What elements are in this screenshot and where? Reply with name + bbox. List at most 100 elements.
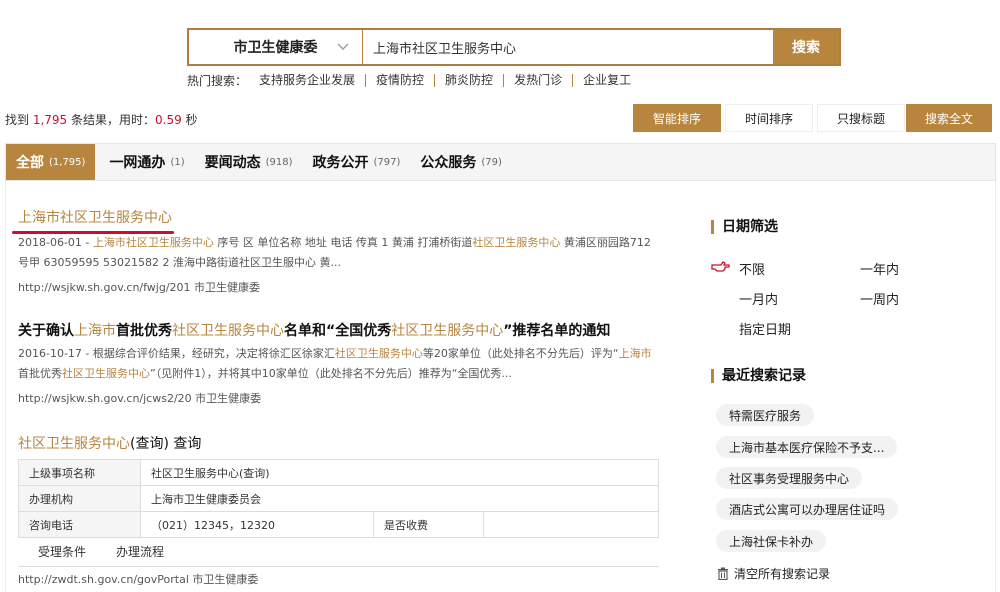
snippet-highlight: 社区卫生服务中心	[334, 347, 423, 360]
result-count: 1,795	[32, 113, 68, 127]
category-tabs: 全部 (1,795) 一网通办 (1) 要闻动态 (918) 政务公开 (797) 公众…	[5, 143, 996, 181]
tab-label: 全部	[16, 155, 44, 171]
title-highlight: 社区卫生服务中心	[18, 436, 130, 452]
snippet-highlight: 社区卫生服务中心	[62, 367, 150, 380]
result-title-link[interactable]: 社区卫生服务中心(查询) 查询	[18, 433, 201, 453]
tab-process[interactable]: 办理流程	[106, 543, 174, 560]
service-info-table: 上级事项名称 社区卫生服务中心(查询) 办理机构 上海市卫生健康委员会 咨询电话…	[18, 459, 659, 538]
result-url[interactable]: http://wsjkw.sh.gov.cn/fwjg/201 市卫生健康委	[18, 279, 658, 295]
title-part: 关于确认	[18, 323, 74, 339]
hot-search-item[interactable]: 发热门诊	[504, 74, 574, 87]
date-filter-title: 日期筛选	[711, 220, 778, 234]
title-part: (查询) 查询	[130, 436, 202, 452]
result-snippet: 2018-06-01 - 上海市社区卫生服务中心 序号 区 单位名称 地址 电话…	[18, 233, 658, 273]
table-value: （021）12345，12320	[140, 511, 374, 538]
recent-search-chip[interactable]: 上海市基本医疗保险不予支...	[716, 436, 898, 458]
result-snippet: 2016-10-17 - 根据综合评价结果，经研究，决定将徐汇区徐家汇社区卫生服…	[18, 344, 658, 384]
recent-search-chip[interactable]: 社区事务受理服务中心	[716, 467, 863, 489]
tab-news[interactable]: 要闻动态 (918)	[195, 144, 303, 180]
elapsed-time: 0.59	[155, 113, 182, 127]
table-label: 上级事项名称	[18, 459, 141, 486]
snippet-highlight: 上海市社区卫生服务中心	[92, 236, 214, 249]
hot-searches-label: 热门搜索：	[187, 74, 248, 88]
date-option-one-week[interactable]: 一周内	[860, 289, 899, 308]
tab-all[interactable]: 全部 (1,795)	[6, 144, 96, 180]
tab-count: (797)	[373, 156, 401, 168]
result-url[interactable]: http://wsjkw.sh.gov.cn/jcws2/20 市卫生健康委	[18, 390, 658, 406]
scope-dropdown[interactable]: 市卫生健康委	[189, 30, 363, 64]
recent-search-chip[interactable]: 特需医疗服务	[716, 404, 815, 426]
table-value	[483, 511, 659, 538]
recent-search-chip[interactable]: 酒店式公寓可以办理居住证吗	[716, 498, 899, 520]
search-button[interactable]: 搜索	[773, 30, 839, 64]
snippet-highlight: 社区卫生服务中心	[472, 236, 561, 249]
result-item: 关于确认上海市首批优秀社区卫生服务中心名单和“全国优秀社区卫生服务中心”推荐名单…	[18, 320, 658, 406]
table-label: 是否收费	[373, 511, 484, 538]
hot-search-item[interactable]: 疫情防控	[366, 74, 436, 87]
pointing-hand-icon	[711, 261, 730, 272]
tab-label: 一网通办	[109, 155, 166, 171]
title-part: 首批优秀	[116, 323, 172, 339]
clear-history-button[interactable]: 清空所有搜索记录	[717, 565, 830, 582]
scope-label: 市卫生健康委	[233, 40, 318, 56]
snippet-text: 根据综合评价结果，经研究，决定将徐汇区徐家汇	[92, 347, 335, 360]
chevron-down-icon	[337, 43, 349, 50]
hot-search-item[interactable]: 企业复工	[573, 74, 641, 87]
table-label: 办理机构	[18, 485, 141, 512]
snippet-text: 等20家单位（此处排名不分先后）评为“	[422, 347, 619, 360]
trash-icon	[718, 567, 728, 580]
date-option-one-year[interactable]: 一年内	[860, 259, 899, 278]
smart-sort-button[interactable]: 智能排序	[633, 104, 721, 132]
service-tabs: 受理条件 办理流程	[18, 537, 659, 567]
clear-history-label: 清空所有搜索记录	[734, 567, 831, 581]
fulltext-search-button[interactable]: 搜索全文	[906, 104, 992, 132]
search-bar: 市卫生健康委 搜索	[187, 28, 841, 66]
table-row: 办理机构 上海市卫生健康委员会	[18, 485, 659, 512]
tab-label: 要闻动态	[204, 155, 261, 171]
date-option-unlimited[interactable]: 不限	[739, 259, 765, 278]
tab-one-net[interactable]: 一网通办 (1)	[99, 144, 194, 180]
hot-search-item[interactable]: 肺炎防控	[435, 74, 505, 87]
snippet-highlight: 上海市	[618, 347, 652, 360]
hot-searches: 热门搜索： 支持服务企业发展 疫情防控 肺炎防控 发热门诊 企业复工	[187, 72, 641, 89]
snippet-text: 序号 区 单位名称 地址 电话 传真 1 黄浦 打浦桥街道	[213, 236, 473, 249]
title-part: 名单和“全国优秀	[284, 323, 392, 339]
result-title-link[interactable]: 关于确认上海市首批优秀社区卫生服务中心名单和“全国优秀社区卫生服务中心”推荐名单…	[18, 320, 658, 340]
result-item: 上海市社区卫生服务中心 2018-06-01 - 上海市社区卫生服务中心 序号 …	[12, 207, 658, 295]
recent-search-chip[interactable]: 上海社保卡补办	[716, 530, 827, 552]
tab-public-service[interactable]: 公众服务 (79)	[410, 144, 512, 180]
summary-prefix: 找到	[5, 113, 33, 127]
hot-search-item[interactable]: 支持服务企业发展	[249, 74, 367, 87]
title-highlight: 社区卫生服务中心	[391, 323, 504, 339]
title-only-button[interactable]: 只搜标题	[817, 104, 905, 132]
time-sort-button[interactable]: 时间排序	[725, 104, 813, 132]
result-title-link[interactable]: 上海市社区卫生服务中心	[18, 207, 658, 227]
table-value: 上海市卫生健康委员会	[140, 485, 659, 512]
summary-mid: 条结果，用时：	[67, 113, 156, 127]
result-date: 2018-06-01 -	[18, 236, 93, 249]
snippet-text: ”（见附件1），并将其中10家单位（此处排名不分先后）推荐为“全国优秀...	[150, 367, 512, 380]
table-row: 咨询电话 （021）12345，12320 是否收费	[18, 511, 659, 538]
table-label: 咨询电话	[18, 511, 141, 538]
recent-searches-title: 最近搜索记录	[711, 369, 806, 383]
result-date: 2016-10-17 -	[18, 347, 93, 360]
date-option-custom[interactable]: 指定日期	[739, 319, 791, 338]
result-url[interactable]: http://zwdt.sh.gov.cn/govPortal 市卫生健康委	[18, 571, 258, 587]
tab-count: (79)	[481, 156, 502, 168]
summary-suffix: 秒	[181, 113, 198, 127]
tab-count: (1,795)	[49, 156, 86, 168]
title-highlight: 上海市	[74, 323, 116, 339]
tab-label: 政务公开	[312, 155, 369, 171]
result-item: 社区卫生服务中心(查询) 查询	[18, 433, 201, 453]
table-row: 上级事项名称 社区卫生服务中心(查询)	[18, 459, 659, 486]
tab-conditions[interactable]: 受理条件	[28, 543, 96, 560]
tab-count: (1)	[170, 156, 185, 168]
tab-label: 公众服务	[420, 155, 477, 171]
date-option-one-month[interactable]: 一月内	[739, 289, 778, 308]
snippet-text: 首批优秀	[18, 367, 62, 380]
table-value: 社区卫生服务中心(查询)	[140, 459, 659, 486]
title-part: ”推荐名单的通知	[503, 323, 611, 339]
tab-gov-open[interactable]: 政务公开 (797)	[303, 144, 411, 180]
result-item: http://zwdt.sh.gov.cn/govPortal 市卫生健康委	[18, 571, 258, 587]
search-input[interactable]	[363, 30, 773, 64]
